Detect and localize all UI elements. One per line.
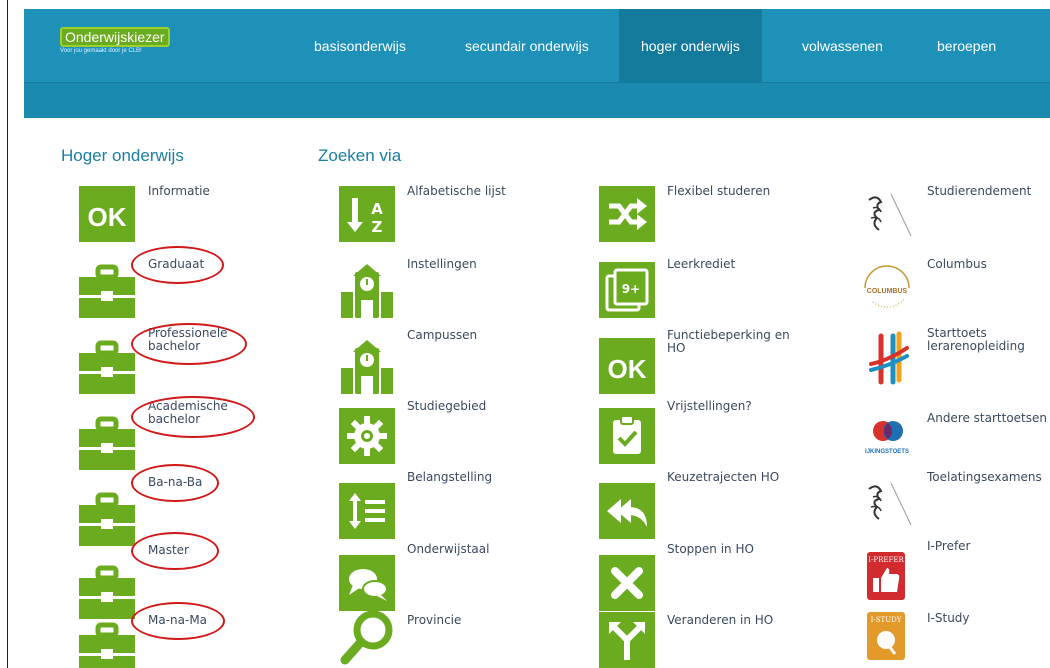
chat-bubbles-icon[interactable] [339, 555, 395, 611]
annotation-circle [131, 396, 255, 438]
link-functiebeperking-en-ho[interactable]: Functiebeperking en HO [667, 329, 790, 355]
logo-title: Onderwijskiezer [60, 27, 170, 47]
link-informatie[interactable]: Informatie [148, 185, 210, 198]
section-title-zoeken-via: Zoeken via [318, 146, 402, 165]
briefcase-icon[interactable] [79, 414, 135, 470]
link-keuzetrajecten-ho[interactable]: Keuzetrajecten HO [667, 471, 779, 484]
annotation-circle [131, 323, 247, 365]
ok-icon[interactable]: OK [599, 338, 655, 394]
svg-text:COLUMBUS: COLUMBUS [867, 288, 908, 295]
school-building-icon[interactable] [339, 338, 395, 394]
link-onderwijstaal[interactable]: Onderwijstaal [407, 543, 489, 556]
link-flexibel-studeren[interactable]: Flexibel studeren [667, 185, 770, 198]
link-studiegebied[interactable]: Studiegebied [407, 400, 486, 413]
svg-text:A: A [371, 200, 383, 218]
link-i-study[interactable]: I-Study [927, 612, 970, 625]
link-toelatingsexamens[interactable]: Toelatingsexamens [927, 471, 1042, 484]
annotation-circle [131, 532, 219, 570]
link-columbus[interactable]: Columbus [927, 258, 987, 271]
svg-text:IJKINGSTOETS: IJKINGSTOETS [865, 449, 909, 455]
annotation-circle [131, 464, 219, 502]
section-title-hoger-onderwijs: Hoger onderwijs [61, 146, 184, 165]
clipboard-check-icon[interactable] [599, 408, 655, 464]
link-i-prefer[interactable]: I-Prefer [927, 540, 971, 553]
link-leerkrediet[interactable]: Leerkrediet [667, 258, 735, 271]
i-study-logo-icon[interactable]: I-STUDY [859, 608, 915, 664]
sort-list-icon[interactable] [339, 483, 395, 539]
briefcase-icon[interactable] [79, 338, 135, 394]
nav-volwassenen[interactable]: volwassenen [802, 9, 883, 83]
link-vrijstellingen[interactable]: Vrijstellingen? [667, 400, 752, 413]
briefcase-icon[interactable] [79, 620, 135, 668]
link-alfabetische-lijst[interactable]: Alfabetische lijst [407, 185, 506, 198]
link-instellingen[interactable]: Instellingen [407, 258, 477, 271]
logo-tagline: Voor jou gemaakt door je CLB! [60, 48, 142, 54]
link-campussen[interactable]: Campussen [407, 329, 477, 342]
annotation-circle [131, 246, 224, 284]
link-belangstelling[interactable]: Belangstelling [407, 471, 492, 484]
ok-icon[interactable]: OK [79, 186, 135, 242]
annotation-circle [131, 602, 225, 640]
page-frame: Onderwijskiezer Voor jou gemaakt door je… [7, 0, 1050, 668]
alphabet-sort-icon[interactable]: AZ [339, 186, 395, 242]
link-studierendement[interactable]: Studierendement [927, 185, 1031, 198]
top-navbar: Onderwijskiezer Voor jou gemaakt door je… [24, 9, 1050, 83]
search-icon[interactable] [339, 610, 395, 666]
briefcase-icon[interactable] [79, 563, 135, 619]
close-icon[interactable] [599, 555, 655, 611]
svg-text:OK: OK [88, 202, 127, 232]
nav-hoger-onderwijs[interactable]: hoger onderwijs [619, 9, 762, 83]
svg-text:OK: OK [608, 354, 647, 384]
starttoets-logo-icon[interactable] [859, 330, 915, 386]
route-split-icon[interactable] [599, 612, 655, 668]
shuffle-icon[interactable] [599, 186, 655, 242]
site-logo[interactable]: Onderwijskiezer Voor jou gemaakt door je… [60, 27, 170, 54]
link-starttoets-lerarenopleiding[interactable]: Starttoets lerarenopleiding [927, 327, 1025, 353]
credit-cards-icon[interactable]: 9+ [599, 262, 655, 318]
briefcase-icon[interactable] [79, 262, 135, 318]
i-prefer-logo-icon[interactable]: I-PREFER [859, 548, 915, 604]
link-veranderen-in-ho[interactable]: Veranderen in HO [667, 614, 773, 627]
gear-icon[interactable] [339, 408, 395, 464]
nav-beroepen[interactable]: beroepen [937, 9, 996, 83]
link-provincie[interactable]: Provincie [407, 614, 461, 627]
link-stoppen-in-ho[interactable]: Stoppen in HO [667, 543, 754, 556]
reply-all-icon[interactable] [599, 483, 655, 539]
svg-text:9+: 9+ [622, 282, 640, 296]
columbus-logo-icon[interactable]: COLUMBUS [859, 258, 915, 314]
ijkingstoets-logo-icon[interactable]: IJKINGSTOETS [859, 405, 915, 461]
nav-basisonderwijs[interactable]: basisonderwijs [314, 9, 406, 83]
link-andere-starttoetsen[interactable]: Andere starttoetsen [927, 412, 1047, 425]
svg-text:Z: Z [372, 218, 383, 236]
flemish-lion-icon[interactable] [859, 475, 915, 531]
svg-text:I-PREFER: I-PREFER [868, 556, 904, 564]
briefcase-icon[interactable] [79, 490, 135, 546]
flemish-lion-icon[interactable] [859, 186, 915, 242]
svg-text:I-STUDY: I-STUDY [871, 616, 902, 624]
school-building-icon[interactable] [339, 262, 395, 318]
nav-secundair-onderwijs[interactable]: secundair onderwijs [465, 9, 589, 83]
site-header: Onderwijskiezer Voor jou gemaakt door je… [24, 9, 1050, 118]
